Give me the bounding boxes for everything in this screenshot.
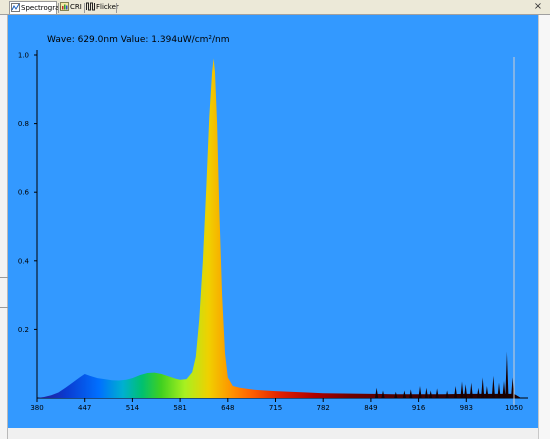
spectrum-spike — [502, 380, 506, 398]
x-tick-label: 1050 — [505, 404, 523, 412]
left-panel-edge — [0, 15, 8, 439]
tab-label: CRI — [70, 3, 82, 11]
right-panel-edge — [538, 15, 550, 439]
spectrogram-panel[interactable]: 0.2 0.4 0.6 0.8 1.0 380 447 514 581 648 715 782 849… — [8, 15, 538, 428]
spectrum-spike — [464, 384, 468, 398]
y-tick-label: 0.6 — [18, 189, 30, 197]
x-tick-label: 715 — [269, 404, 282, 412]
tab-flicker[interactable]: Flicker — [85, 1, 119, 15]
tab-spectrogram[interactable]: Spectrogram — [9, 1, 66, 16]
x-tick-label: 514 — [126, 404, 140, 412]
spectrum-spike — [476, 387, 480, 398]
tab-separator — [116, 3, 117, 13]
close-icon[interactable]: × — [532, 1, 544, 13]
x-tick-label: 581 — [173, 404, 186, 412]
splitter-mark — [0, 277, 8, 278]
spectrum-spike — [491, 375, 495, 398]
spectrum-spike — [375, 387, 379, 398]
flicker-icon — [86, 1, 95, 15]
x-tick-label: 983 — [460, 404, 473, 412]
tab-bar: Spectrogram CRI Flicker × — [0, 0, 550, 15]
x-tick-label: 849 — [364, 404, 377, 412]
spectrum-spike — [409, 389, 413, 398]
spectrum-spike — [460, 381, 464, 398]
cri-icon — [60, 1, 69, 15]
spectrogram-icon — [11, 2, 20, 16]
spectrum-spike — [424, 387, 428, 398]
x-tick-label: 447 — [78, 404, 91, 412]
x-tick-label: 648 — [221, 404, 234, 412]
y-tick-label: 0.8 — [18, 120, 29, 128]
x-tick-label: 782 — [317, 404, 330, 412]
spectrum-chart[interactable]: 0.2 0.4 0.6 0.8 1.0 380 447 514 581 648 715 782 849… — [8, 15, 538, 428]
y-tick-label: 0.4 — [18, 257, 30, 265]
spectrum-spike — [485, 386, 489, 398]
tab-cri[interactable]: CRI — [59, 1, 84, 14]
spectrum-area — [37, 58, 522, 399]
spectrum-spike — [481, 377, 485, 398]
spectrum-spike — [454, 386, 458, 398]
spectrum-spike — [505, 351, 509, 398]
spectrum-spike — [497, 382, 501, 398]
x-tick-label: 380 — [30, 404, 43, 412]
y-tick-label: 0.2 — [18, 326, 29, 334]
spectrum-spike — [435, 388, 439, 398]
y-tick-label: 1.0 — [18, 52, 29, 60]
cursor-readout: Wave: 629.0nm Value: 1.394uW/cm²/nm — [47, 35, 230, 45]
x-tick-label: 916 — [412, 404, 426, 412]
spectrum-spike — [418, 386, 422, 398]
bottom-panel-edge — [8, 428, 538, 439]
splitter-mark — [0, 307, 8, 308]
spectrum-spike — [469, 382, 473, 398]
